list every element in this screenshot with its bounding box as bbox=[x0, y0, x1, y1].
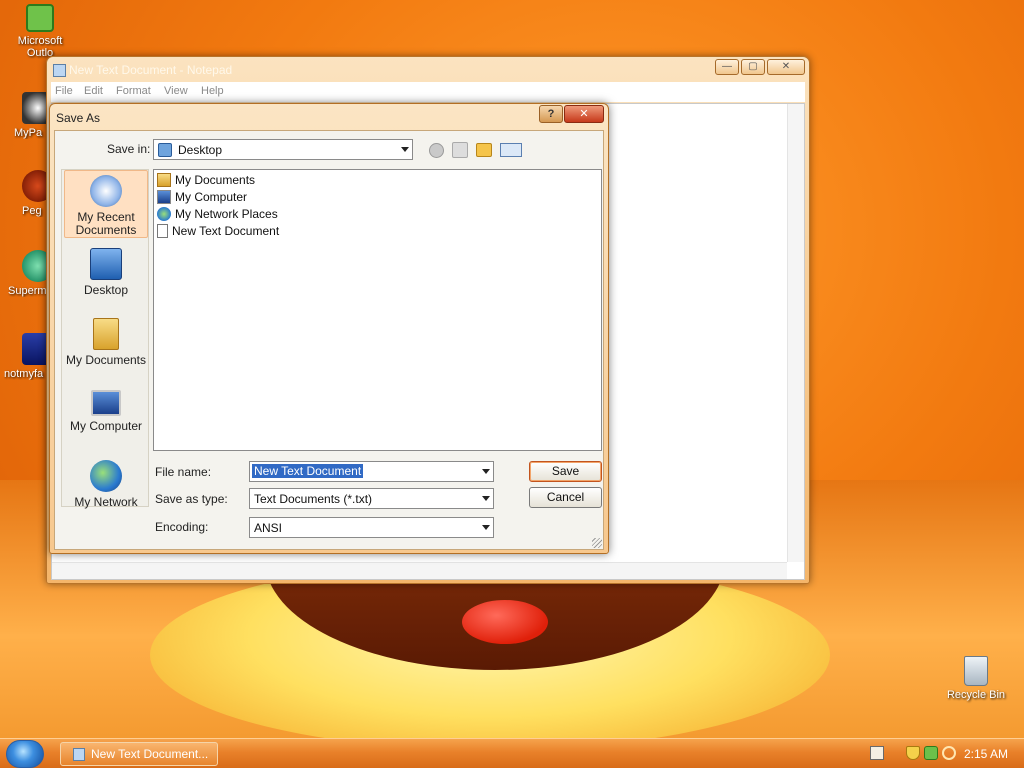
search-icon[interactable] bbox=[942, 746, 956, 760]
new-folder-icon[interactable] bbox=[476, 143, 492, 157]
my-documents-folder-icon bbox=[93, 318, 119, 350]
dialog-title: Save As bbox=[56, 111, 101, 125]
place-label: Desktop bbox=[83, 283, 129, 297]
start-button[interactable] bbox=[6, 740, 44, 768]
chevron-down-icon bbox=[401, 147, 409, 152]
list-item[interactable]: My Computer bbox=[157, 190, 247, 206]
network-tray-icon[interactable] bbox=[924, 746, 938, 760]
desktop-icon-label: MyPa bbox=[14, 127, 43, 139]
file-name-field[interactable]: New Text Document bbox=[249, 461, 494, 482]
list-item-label: My Network Places bbox=[175, 207, 278, 221]
encoding-value: ANSI bbox=[254, 521, 283, 535]
save-in-combo[interactable]: Desktop bbox=[153, 139, 413, 160]
file-name-value: New Text Document bbox=[252, 464, 364, 478]
menu-edit[interactable]: Edit bbox=[84, 85, 103, 97]
folder-icon bbox=[157, 173, 171, 187]
desktop-small-icon bbox=[158, 143, 172, 157]
cancel-button[interactable]: Cancel bbox=[529, 487, 602, 508]
save-in-value: Desktop bbox=[178, 143, 223, 157]
list-item-label: My Documents bbox=[175, 173, 256, 187]
notepad-horizontal-scrollbar[interactable] bbox=[52, 562, 787, 579]
list-item-label: New Text Document bbox=[172, 224, 280, 238]
file-list[interactable]: My Documents My Computer My Network Plac… bbox=[153, 169, 602, 451]
my-network-icon bbox=[90, 460, 122, 492]
resize-grip-icon[interactable] bbox=[592, 538, 602, 548]
save-button[interactable]: Save bbox=[529, 461, 602, 482]
notepad-icon bbox=[53, 64, 66, 77]
recycle-bin-icon bbox=[964, 656, 988, 686]
menu-file[interactable]: File bbox=[55, 85, 73, 97]
notepad-menubar: File Edit Format View Help bbox=[51, 82, 805, 102]
desktop-icon-label: notmyfa bbox=[4, 368, 44, 380]
desktop-icon-label: Recycle Bin bbox=[946, 689, 1006, 701]
desktop-icon-label: Superm bbox=[8, 285, 47, 297]
desktop-icon-outlook[interactable]: Microsoft Outlo bbox=[2, 4, 78, 59]
notepad-vertical-scrollbar[interactable] bbox=[787, 104, 804, 562]
list-item-label: My Computer bbox=[175, 190, 248, 204]
place-label: My Recent Documents bbox=[75, 210, 137, 237]
place-my-recent-documents[interactable]: My Recent Documents bbox=[64, 170, 148, 238]
list-item[interactable]: My Documents bbox=[157, 173, 255, 189]
menu-view[interactable]: View bbox=[164, 85, 188, 97]
dialog-close-button[interactable]: ✕ bbox=[564, 105, 604, 123]
close-button[interactable]: ✕ bbox=[767, 59, 805, 75]
chevron-down-icon bbox=[482, 496, 490, 501]
up-folder-icon[interactable] bbox=[452, 142, 468, 158]
help-button[interactable]: ? bbox=[539, 105, 563, 123]
encoding-label: Encoding: bbox=[155, 520, 209, 534]
notepad-title: New Text Document - Notepad bbox=[69, 63, 233, 77]
save-as-type-label: Save as type: bbox=[155, 492, 228, 506]
menu-format[interactable]: Format bbox=[116, 85, 151, 97]
list-item[interactable]: My Network Places bbox=[157, 207, 278, 223]
taskbar-clock[interactable]: 2:15 AM bbox=[964, 747, 1008, 761]
place-desktop[interactable]: Desktop bbox=[64, 248, 148, 297]
places-bar: My Recent Documents Desktop My Documents… bbox=[61, 169, 149, 509]
minimize-button[interactable]: — bbox=[715, 59, 739, 75]
place-my-network[interactable]: My Network bbox=[64, 460, 148, 509]
taskbar-task-notepad[interactable]: New Text Document... bbox=[60, 742, 218, 766]
keyboard-icon[interactable] bbox=[870, 746, 884, 760]
save-as-type-select[interactable]: Text Documents (*.txt) bbox=[249, 488, 494, 509]
maximize-button[interactable]: ▢ bbox=[741, 59, 765, 75]
outlook-icon bbox=[26, 4, 54, 32]
desktop-icon bbox=[90, 248, 122, 280]
network-places-icon bbox=[157, 207, 171, 221]
place-my-documents[interactable]: My Documents bbox=[64, 318, 148, 367]
computer-icon bbox=[157, 190, 171, 204]
dialog-body: Save in: Desktop My Recent Documents Des… bbox=[54, 130, 604, 550]
views-menu-icon[interactable] bbox=[500, 143, 522, 157]
desktop-icon-label: Peg bbox=[22, 205, 42, 217]
chevron-down-icon bbox=[482, 525, 490, 530]
my-computer-icon bbox=[91, 390, 121, 416]
task-label: New Text Document... bbox=[91, 747, 209, 761]
list-item[interactable]: New Text Document bbox=[157, 224, 279, 240]
save-as-type-value: Text Documents (*.txt) bbox=[254, 492, 373, 506]
taskbar: New Text Document... 2:15 AM bbox=[0, 738, 1024, 768]
chevron-down-icon[interactable] bbox=[482, 469, 490, 474]
place-my-computer[interactable]: My Computer bbox=[64, 390, 148, 433]
back-icon[interactable] bbox=[429, 143, 444, 158]
place-label: My Computer bbox=[69, 419, 143, 433]
desktop-background-cherry bbox=[462, 600, 548, 644]
encoding-select[interactable]: ANSI bbox=[249, 517, 494, 538]
text-document-icon bbox=[157, 224, 168, 238]
save-as-dialog: Save As ? ✕ Save in: Desktop My Recent D… bbox=[49, 103, 609, 554]
recent-documents-icon bbox=[90, 175, 122, 207]
place-label: My Documents bbox=[65, 353, 147, 367]
menu-help[interactable]: Help bbox=[201, 85, 224, 97]
security-shield-icon[interactable] bbox=[906, 746, 920, 760]
save-in-label: Save in: bbox=[107, 142, 151, 156]
notepad-task-icon bbox=[73, 748, 85, 761]
place-label: My Network bbox=[74, 495, 138, 509]
desktop-icon-recycle-bin[interactable]: Recycle Bin bbox=[938, 656, 1014, 701]
file-name-label: File name: bbox=[155, 465, 212, 479]
